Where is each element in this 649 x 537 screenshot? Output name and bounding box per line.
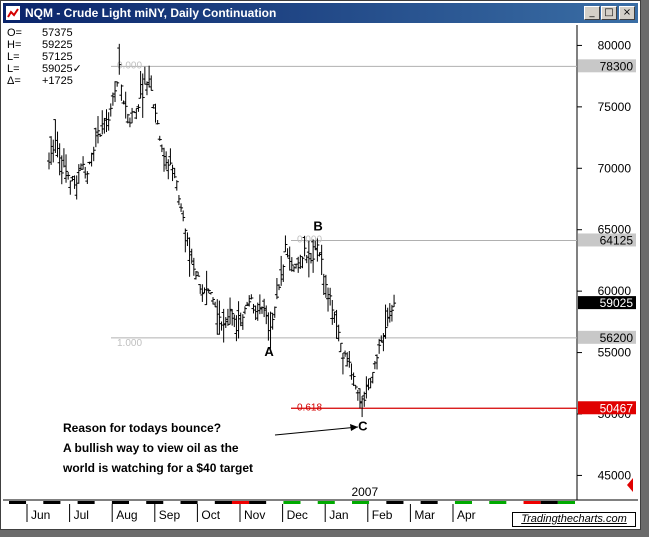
- wave-label: B: [313, 218, 322, 233]
- close-button[interactable]: ×: [619, 6, 635, 20]
- month-tick-label: Aug: [116, 508, 137, 522]
- time-strip-segment: [317, 501, 335, 504]
- time-strip-segment: [334, 501, 353, 504]
- ohlc-row-last: L= 59025✓: [7, 63, 82, 75]
- time-strip-segment: [60, 501, 78, 504]
- annotation-line: Reason for todays bounce?: [63, 421, 222, 435]
- time-strip-segment: [472, 501, 490, 504]
- ohlc-row-open: O= 57375: [7, 27, 82, 39]
- price-box-label: 64125: [600, 233, 634, 247]
- watermark-link[interactable]: Tradingthecharts.com: [512, 512, 636, 527]
- time-strip-segment: [557, 501, 575, 504]
- month-tick-label: Jul: [74, 508, 89, 522]
- minimize-button[interactable]: _: [584, 6, 600, 20]
- time-strip-segment: [163, 501, 181, 504]
- price-box-label: 59025: [600, 296, 634, 310]
- annotation-text: Reason for todays bounce? A bullish way …: [63, 418, 253, 478]
- time-strip-segment: [540, 501, 558, 504]
- time-strip-segment: [352, 501, 370, 504]
- time-strip-segment: [403, 501, 421, 504]
- ohlc-label: H=: [7, 39, 22, 51]
- month-tick-label: Jun: [31, 508, 50, 522]
- time-strip-segment: [369, 501, 387, 504]
- time-strip-segment: [180, 501, 198, 504]
- wave-label: C: [358, 418, 368, 433]
- fib-level-label: 0.618: [297, 402, 322, 413]
- wave-label: A: [264, 344, 274, 359]
- month-tick-label: Feb: [372, 508, 393, 522]
- month-tick-label: Jan: [329, 508, 348, 522]
- ohlc-value: 59025✓: [42, 63, 82, 75]
- ohlc-row-change: Δ= +1725: [7, 75, 82, 87]
- price-tick-label: 45000: [598, 468, 632, 482]
- annotation-arrow: [274, 426, 359, 436]
- fib-level-label: 0.000: [297, 234, 322, 245]
- price-box-label: 56200: [600, 331, 634, 345]
- time-strip-segment: [111, 501, 130, 504]
- ohlc-label: L=: [7, 51, 20, 63]
- month-tick-label: Mar: [414, 508, 435, 522]
- time-strip-segment: [266, 501, 284, 504]
- time-strip-segment: [523, 501, 541, 504]
- month-tick-label: Oct: [201, 508, 220, 522]
- price-tick-label: 55000: [598, 346, 632, 360]
- app-icon: [6, 6, 20, 20]
- time-strip-segment: [43, 501, 61, 504]
- ohlc-label: O=: [7, 27, 22, 39]
- ohlc-value: 57125: [42, 51, 73, 63]
- time-strip-segment: [437, 501, 455, 504]
- time-strip-segment: [94, 501, 112, 504]
- time-strip-segment: [26, 501, 44, 504]
- ohlc-value: 59225: [42, 39, 73, 51]
- price-box-label: 50467: [600, 401, 634, 415]
- ohlc-value: 57375: [42, 27, 73, 39]
- price-tick-label: 70000: [598, 161, 632, 175]
- price-box-label: 78300: [600, 59, 634, 73]
- ohlc-row-high: H= 59225: [7, 39, 82, 51]
- maximize-button[interactable]: □: [601, 6, 617, 20]
- time-strip-segment: [386, 501, 404, 504]
- fib-level-label: 0.000: [117, 60, 142, 71]
- price-tick-label: 80000: [598, 38, 632, 52]
- month-tick-label: Dec: [287, 508, 308, 522]
- time-strip-segment: [489, 501, 507, 504]
- price-axis: [577, 25, 637, 500]
- window-title: NQM - Crude Light miNY, Daily Continuati…: [25, 6, 277, 20]
- time-strip-segment: [506, 501, 524, 504]
- ohlc-label: Δ=: [7, 75, 21, 87]
- chart-window: NQM - Crude Light miNY, Daily Continuati…: [0, 0, 641, 530]
- time-strip-segment: [9, 501, 27, 504]
- time-strip-segment: [77, 501, 95, 504]
- annotation-line: world is watching for a $40 target: [63, 461, 254, 475]
- ohlc-readout: O= 57375 H= 59225 L= 57125 L= 59025✓ Δ= +1725: [7, 27, 82, 87]
- time-strip-segment: [197, 501, 215, 504]
- time-strip-segment: [231, 501, 250, 504]
- time-strip-segment: [454, 501, 473, 504]
- fib-level-label: 1.000: [117, 338, 142, 349]
- annotation-line: A bullish way to view oil as the: [63, 441, 239, 455]
- title-bar[interactable]: NQM - Crude Light miNY, Daily Continuati…: [3, 3, 638, 23]
- ohlc-label: L=: [7, 63, 20, 75]
- time-strip-segment: [420, 501, 438, 504]
- year-label: 2007: [351, 485, 378, 499]
- time-strip-segment: [129, 501, 147, 504]
- ohlc-row-low: L= 57125: [7, 51, 82, 63]
- annotation-arrowhead: [350, 424, 358, 431]
- month-tick-label: Apr: [457, 508, 476, 522]
- time-strip-segment: [146, 501, 164, 504]
- time-strip-segment: [214, 501, 232, 504]
- time-strip-segment: [283, 501, 301, 504]
- time-strip-segment: [249, 501, 267, 504]
- month-tick-label: Nov: [244, 508, 265, 522]
- time-strip-segment: [300, 501, 318, 504]
- price-tick-label: 75000: [598, 100, 632, 114]
- ohlc-value: +1725: [42, 75, 73, 87]
- month-tick-label: Sep: [159, 508, 181, 522]
